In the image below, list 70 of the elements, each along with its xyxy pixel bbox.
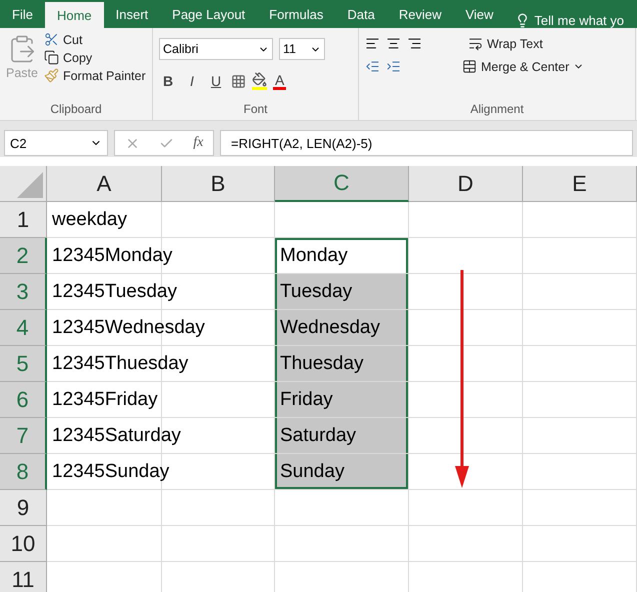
cell-text: 12345Sunday (52, 460, 170, 482)
group-label: Font (242, 102, 268, 118)
ribbon-tab[interactable]: Review (386, 0, 454, 28)
tell-me-search[interactable]: Tell me what yo (505, 13, 624, 28)
wrap-text-button[interactable]: Wrap Text (468, 36, 543, 51)
formula-field[interactable]: =RIGHT(A2, LEN(A2)-5) (220, 130, 633, 156)
cell-text: Thuesday (280, 352, 364, 374)
cell-text: Friday (280, 388, 333, 410)
row-header[interactable]: 8 (0, 454, 47, 490)
row-header[interactable]: 9 (0, 490, 47, 526)
row-header[interactable]: 7 (0, 418, 47, 454)
row-header[interactable]: 10 (0, 526, 47, 562)
column-header[interactable]: C (275, 166, 409, 202)
copy-button[interactable]: Copy (44, 50, 146, 65)
column-header[interactable]: A (47, 166, 162, 202)
font-size-dropdown[interactable]: 11 (279, 38, 325, 60)
italic-button[interactable]: I (183, 73, 201, 89)
group-label: Alignment (469, 102, 525, 118)
row-header[interactable]: 1 (0, 202, 47, 238)
ribbon-tab[interactable]: Insert (104, 0, 160, 28)
cell-text: 12345Tuesday (52, 280, 178, 302)
merge-cells-icon (462, 59, 477, 74)
row-header[interactable]: 5 (0, 346, 47, 382)
group-label: Clipboard (49, 102, 103, 118)
column-header[interactable]: E (523, 166, 637, 202)
row-header[interactable]: 4 (0, 310, 47, 346)
cell-text: 12345Saturday (52, 424, 181, 446)
cell-text: weekday (52, 208, 127, 230)
ribbon-tab[interactable]: Data (335, 0, 387, 28)
font-name-dropdown[interactable]: Calibri (159, 38, 273, 60)
paint-bucket-icon (252, 72, 267, 87)
font-color-button[interactable]: A (273, 72, 286, 90)
ribbon-tab[interactable]: View (453, 0, 506, 28)
wrap-text-icon (468, 36, 483, 51)
align-center-icon[interactable] (386, 36, 401, 51)
paintbrush-icon (44, 68, 59, 83)
underline-button[interactable]: U (207, 73, 225, 89)
cut-button[interactable]: Cut (44, 32, 146, 47)
cell-text: Tuesday (280, 280, 352, 302)
cell-text: Monday (280, 244, 348, 266)
ribbon-tab[interactable]: Page Layout (160, 0, 258, 28)
align-right-icon[interactable] (407, 36, 422, 51)
insert-function-button[interactable]: fx (193, 135, 204, 151)
decrease-indent-icon[interactable] (365, 59, 380, 74)
cell-text: Sunday (280, 460, 344, 482)
copy-icon (44, 50, 59, 65)
borders-icon[interactable] (231, 74, 246, 88)
cell-text: Wednesday (280, 316, 380, 338)
fill-color-button[interactable] (252, 72, 267, 90)
ribbon-tab[interactable]: Home (44, 2, 104, 28)
column-header[interactable]: B (162, 166, 275, 202)
increase-indent-icon[interactable] (386, 59, 401, 74)
cell-text: 12345Thuesday (52, 352, 188, 374)
align-left-icon[interactable] (365, 36, 380, 51)
cell-text: 12345Wednesday (52, 316, 205, 338)
ribbon-tab[interactable]: Formulas (257, 0, 336, 28)
name-box[interactable]: C2 (4, 130, 108, 156)
row-header[interactable]: 6 (0, 382, 47, 418)
scissors-icon (44, 32, 59, 47)
cell-text: 12345Monday (52, 244, 172, 266)
row-header[interactable]: 11 (0, 562, 47, 592)
bold-button[interactable]: B (159, 73, 177, 89)
merge-center-button[interactable]: Merge & Center (462, 59, 584, 74)
column-header[interactable]: D (409, 166, 523, 202)
ribbon-tab[interactable]: File (0, 0, 45, 28)
cell-text: Saturday (280, 424, 356, 446)
format-painter-button[interactable]: Format Painter (44, 68, 146, 83)
cell-text: 12345Friday (52, 388, 158, 410)
row-header[interactable]: 3 (0, 274, 47, 310)
row-header[interactable]: 2 (0, 238, 47, 274)
